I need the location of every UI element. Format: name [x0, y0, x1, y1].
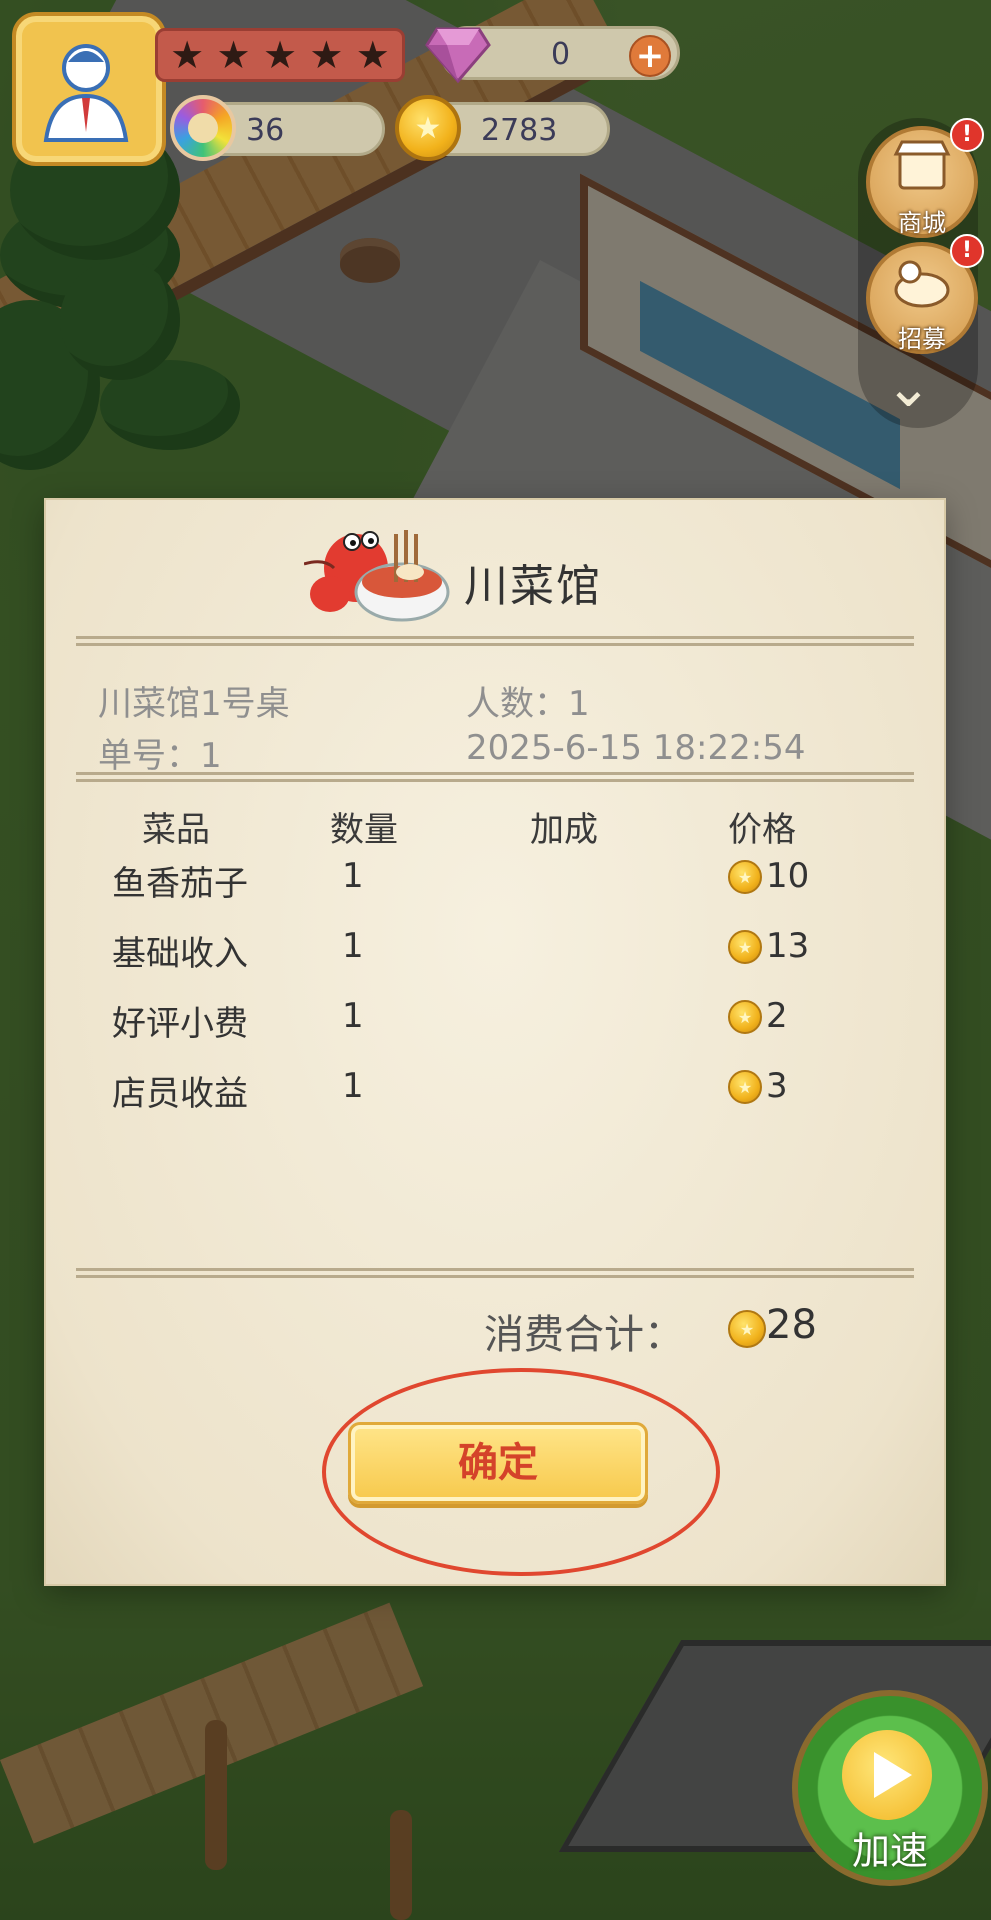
token-counter: 36	[170, 95, 385, 161]
shop-label: 商城	[898, 209, 946, 237]
star-icon: ★	[262, 33, 298, 77]
item-qty: 1	[342, 1066, 364, 1106]
receipt-header: 川菜馆	[46, 520, 944, 630]
item-name: 店员收益	[112, 1074, 248, 1114]
coin-icon: ★	[728, 1070, 762, 1104]
rating-stars: ★ ★ ★ ★ ★	[155, 28, 405, 82]
item-qty: 1	[342, 856, 364, 896]
coin-icon: ★	[728, 930, 762, 964]
confirm-button[interactable]: 确定	[348, 1422, 648, 1504]
coin-icon: ★	[728, 1000, 762, 1034]
play-icon	[842, 1730, 932, 1820]
speed-up-button[interactable]: 加速	[792, 1690, 988, 1886]
restaurant-name: 川菜馆	[464, 561, 602, 612]
alert-badge: !	[950, 118, 984, 152]
item-name: 好评小费	[112, 1004, 248, 1044]
table-row: 鱼香茄子 1 ★ 10	[46, 856, 944, 912]
col-header-qty: 数量	[330, 810, 398, 850]
col-header-bonus: 加成	[530, 810, 598, 850]
order-number: 单号：1	[98, 736, 222, 776]
table-row: 基础收入 1 ★ 13	[46, 926, 944, 982]
shop-button[interactable]: 商城 !	[866, 118, 984, 238]
gem-counter: 0 +	[425, 26, 680, 84]
divider	[76, 636, 914, 646]
item-price: 10	[766, 856, 810, 896]
lobster-chef-icon	[304, 530, 450, 622]
receipt-dialog: 川菜馆 川菜馆1号桌 人数：1 单号：1 2025-6-15 18:22:54 …	[46, 500, 944, 1584]
divider	[76, 1268, 914, 1278]
item-qty: 1	[342, 996, 364, 1036]
item-qty: 1	[342, 926, 364, 966]
table-row: 好评小费 1 ★ 2	[46, 996, 944, 1052]
table-label: 川菜馆1号桌	[98, 684, 290, 724]
item-price: 3	[766, 1066, 788, 1106]
item-name: 鱼香茄子	[112, 864, 248, 904]
coin-icon: ★	[728, 860, 762, 894]
item-name: 基础收入	[112, 934, 248, 974]
alert-badge: !	[950, 234, 984, 268]
token-count: 36	[246, 113, 285, 148]
star-icon: ★	[216, 33, 251, 77]
guest-count: 人数：1	[466, 684, 590, 724]
order-datetime: 2025-6-15 18:22:54	[466, 728, 806, 768]
item-price: 13	[766, 926, 810, 966]
coin-count: 2783	[481, 113, 558, 148]
item-price: 2	[766, 996, 788, 1036]
coin-counter: ★ 2783	[395, 95, 610, 161]
star-icon: ★	[309, 33, 344, 77]
star-icon: ★	[170, 33, 205, 77]
speed-label: 加速	[851, 1829, 928, 1873]
add-gems-button[interactable]: +	[629, 35, 671, 77]
player-avatar[interactable]	[12, 12, 166, 166]
col-header-item: 菜品	[142, 810, 210, 850]
divider	[76, 772, 914, 782]
total-label: 消费合计：	[484, 1312, 684, 1358]
gem-icon	[425, 27, 491, 84]
rainbow-token-icon	[170, 95, 236, 161]
user-icon	[43, 44, 129, 142]
col-header-price: 价格	[728, 810, 796, 850]
total-value: 28	[766, 1302, 817, 1348]
coin-icon: ★	[395, 95, 461, 161]
chevron-down-icon[interactable]: ⌄	[885, 360, 932, 416]
recruit-button[interactable]: 招募 !	[866, 234, 984, 354]
recruit-label: 招募	[898, 325, 946, 353]
table-row: 店员收益 1 ★ 3	[46, 1066, 944, 1122]
gem-count: 0	[551, 37, 571, 72]
star-icon: ★	[355, 33, 390, 77]
coin-icon: ★	[728, 1310, 766, 1348]
